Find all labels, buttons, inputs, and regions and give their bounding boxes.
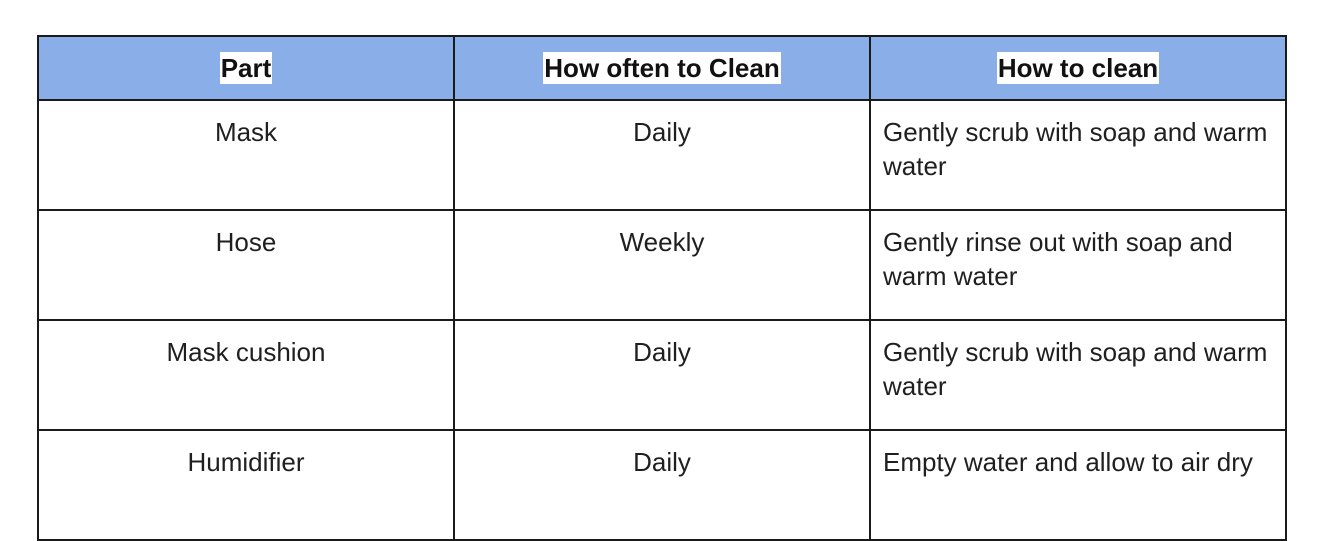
- frequency-cell: Daily: [453, 99, 871, 211]
- frequency-cell: Daily: [453, 319, 871, 431]
- part-cell: Humidifier: [37, 429, 455, 541]
- header-cell-method: How to clean: [869, 35, 1287, 101]
- table-body: Mask Daily Gently scrub with soap and wa…: [37, 99, 1287, 541]
- method-cell: Gently scrub with soap and warm water: [869, 319, 1287, 431]
- header-label-part: Part: [219, 52, 273, 84]
- frequency-cell: Weekly: [453, 209, 871, 321]
- table-row: Mask Daily Gently scrub with soap and wa…: [37, 99, 1287, 211]
- frequency-cell: Daily: [453, 429, 871, 541]
- table-row: Hose Weekly Gently rinse out with soap a…: [37, 209, 1287, 321]
- cleaning-schedule-table: Part How often to Clean How to clean Mas…: [37, 35, 1287, 541]
- header-row: Part How often to Clean How to clean: [37, 35, 1287, 101]
- method-cell: Empty water and allow to air dry: [869, 429, 1287, 541]
- part-cell: Hose: [37, 209, 455, 321]
- header-cell-frequency: How often to Clean: [453, 35, 871, 101]
- table-row: Humidifier Daily Empty water and allow t…: [37, 429, 1287, 541]
- header-label-frequency: How often to Clean: [543, 52, 781, 84]
- table-row: Mask cushion Daily Gently scrub with soa…: [37, 319, 1287, 431]
- header-cell-part: Part: [37, 35, 455, 101]
- method-cell: Gently scrub with soap and warm water: [869, 99, 1287, 211]
- part-cell: Mask: [37, 99, 455, 211]
- method-cell: Gently rinse out with soap and warm wate…: [869, 209, 1287, 321]
- table-header: Part How often to Clean How to clean: [37, 35, 1287, 101]
- header-label-method: How to clean: [996, 52, 1160, 84]
- part-cell: Mask cushion: [37, 319, 455, 431]
